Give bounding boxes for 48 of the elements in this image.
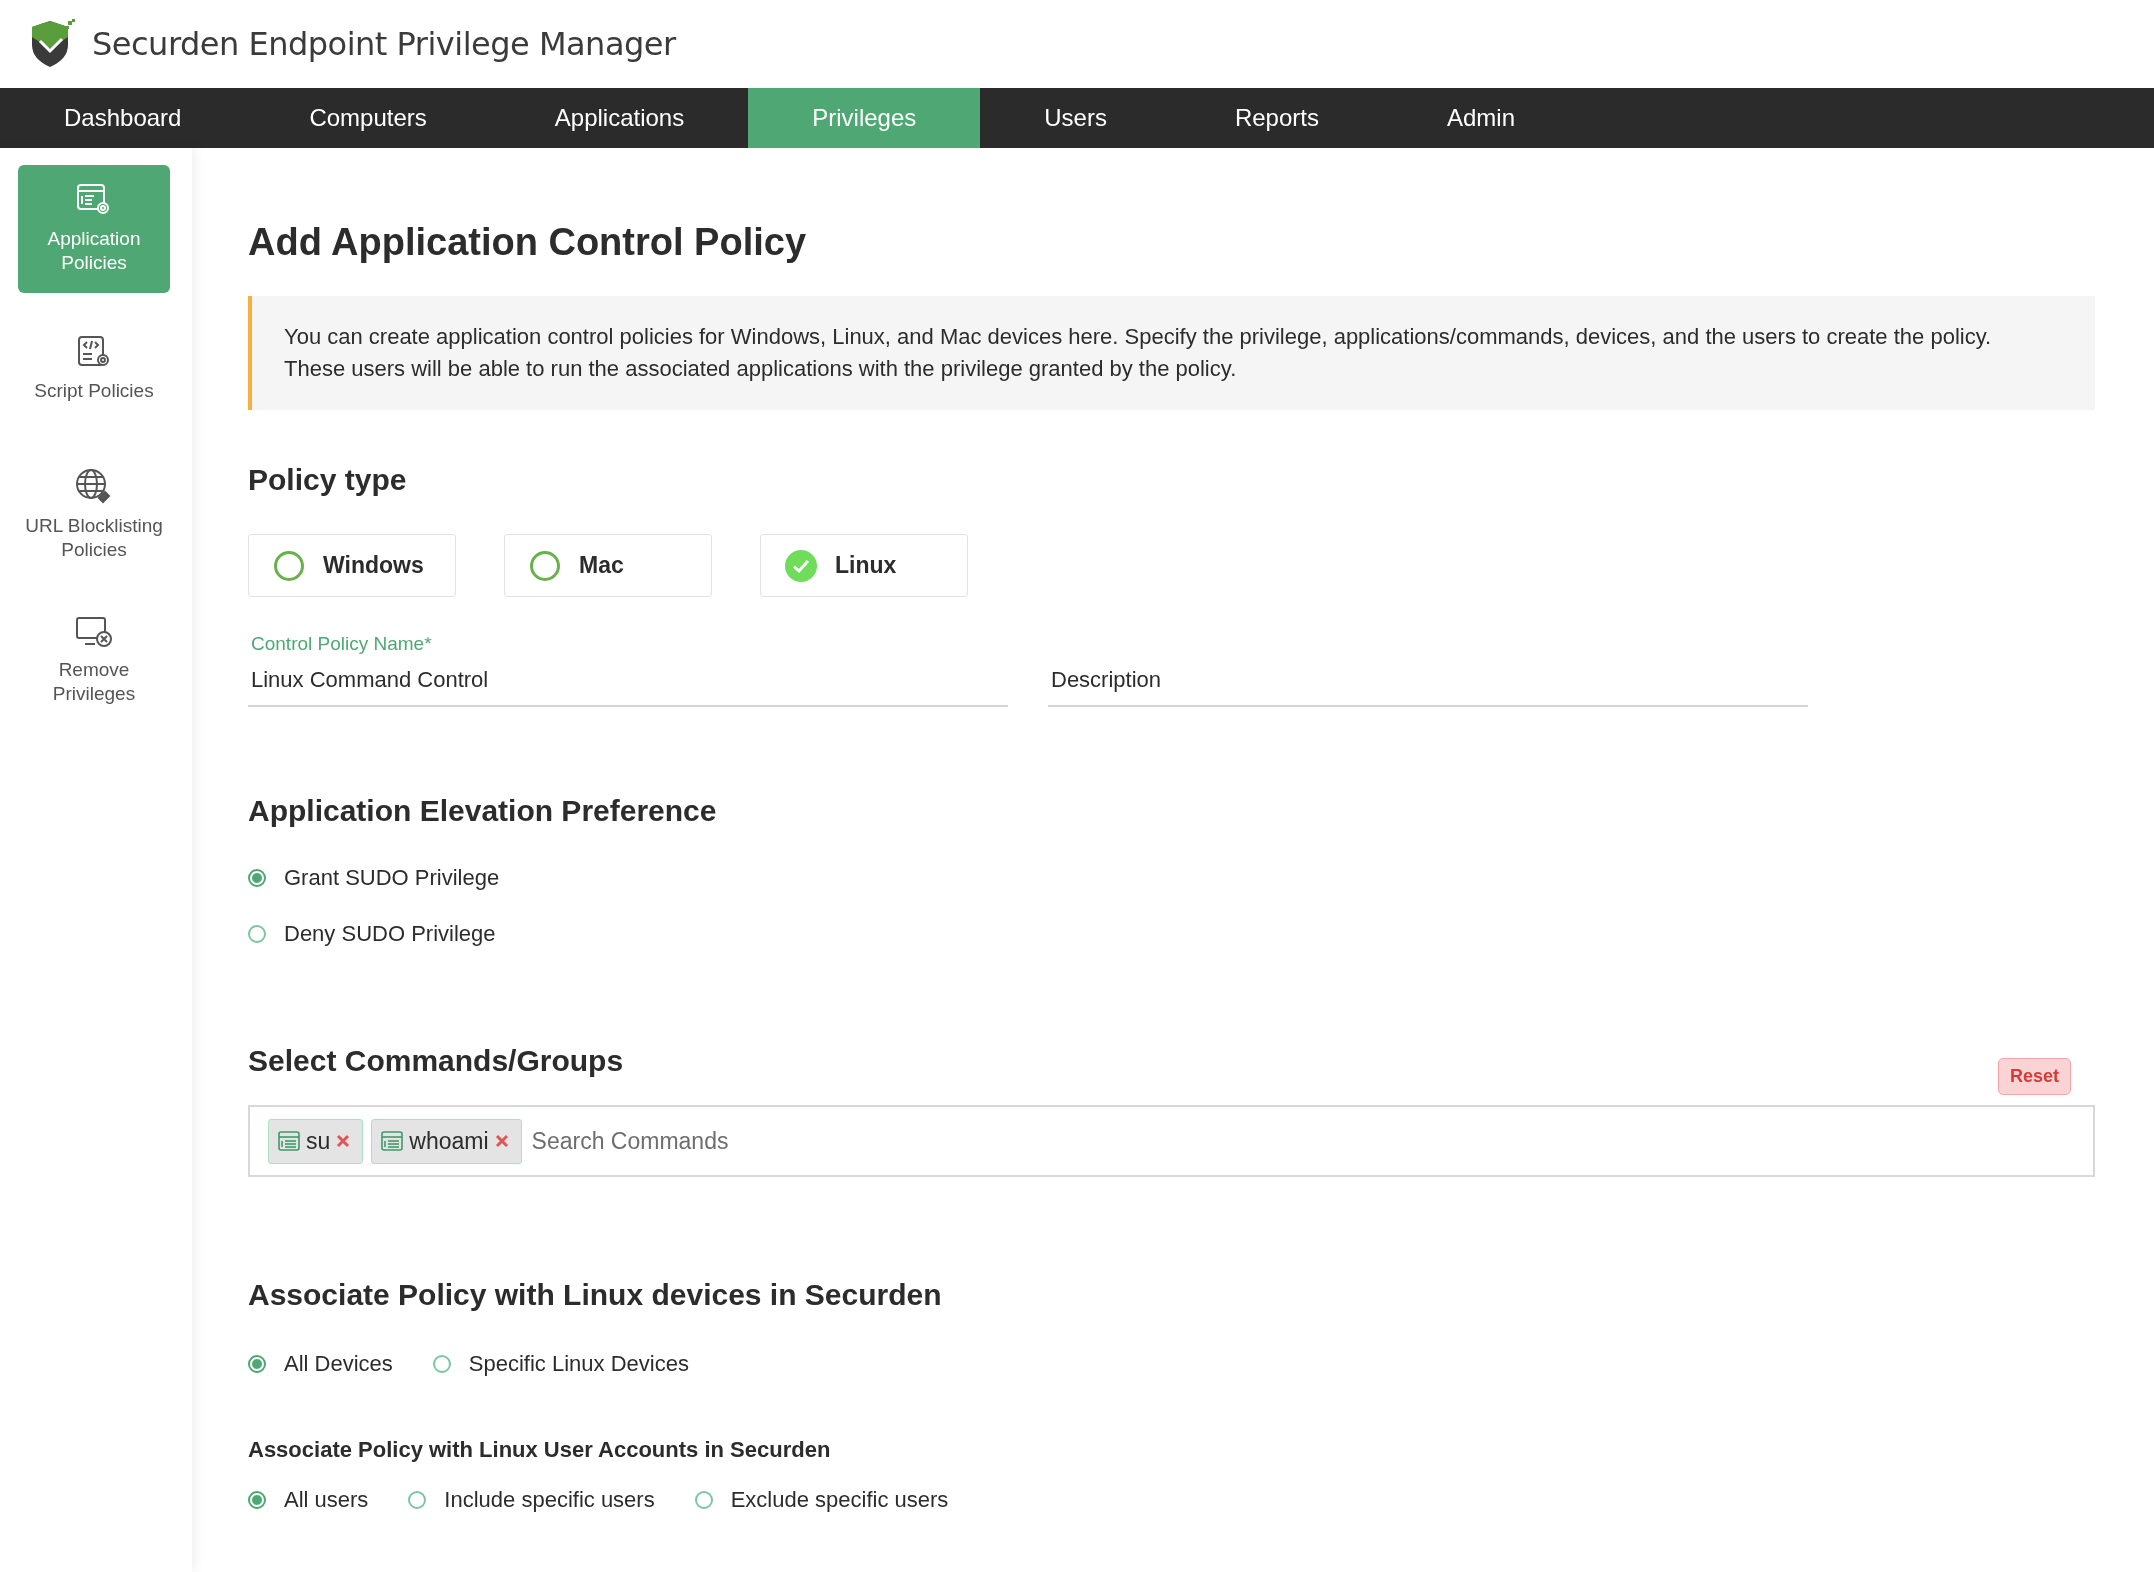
policy-type-option[interactable]: Linux [760,534,968,597]
window-icon [381,1131,404,1151]
radio-button[interactable] [248,925,266,943]
nav-tab[interactable]: Admin [1383,88,1579,148]
radio-button[interactable] [248,1355,266,1373]
sidebar-item[interactable]: Remove Privileges [18,591,170,731]
radio-label: All Devices [284,1351,393,1377]
remove-icon[interactable] [494,1134,509,1148]
script-gear-icon [76,335,112,369]
section-heading: Select Commands/Groups [248,1043,624,1079]
nav-tab[interactable]: Reports [1170,88,1383,148]
radio-button[interactable] [248,1491,266,1509]
window-gear-icon [76,183,112,217]
search-input[interactable]: Search Commands [529,1126,2093,1156]
shield-logo-icon [30,19,76,69]
section-heading: Policy type [248,462,408,498]
monitor-x-icon [75,616,113,648]
window-icon [278,1131,300,1151]
nav-tab[interactable]: Applications [490,88,749,148]
policy-type-option[interactable]: Windows [248,534,456,597]
section-heading: Associate Policy with Linux devices in Securden [248,1277,943,1313]
chip-label: su [306,1127,331,1155]
radio-label: Specific Linux Devices [468,1351,689,1377]
description-field[interactable]: Description [1048,631,1808,707]
radio-label: Include specific users [444,1487,655,1513]
remove-icon[interactable] [336,1134,351,1148]
info-note: You can create application control policies for Windows, Linux, and Mac devices here. Specify the privilege, applications/commands, devices, and the users to create the policy. These users will be able to run the associated applications with the privilege granted by the policy. [248,296,2095,410]
app-title: Securden Endpoint Privilege Manager [92,25,676,63]
nav-tab[interactable]: Users [980,88,1171,148]
section-heading: Application Elevation Preference [248,793,718,829]
policy-name-field[interactable]: Control Policy Name* Linux Command Control [248,631,1008,707]
radio-button[interactable] [408,1491,427,1509]
radio-label: All users [284,1487,369,1513]
chip-label: whoami [409,1127,489,1155]
policy-type-option[interactable]: Mac [504,534,712,597]
radio-button[interactable] [248,869,266,887]
radio-button[interactable] [694,1491,713,1509]
radio-button[interactable] [432,1355,451,1373]
sidebar-item[interactable]: Script Policies [18,299,170,439]
radio-label: Deny SUDO Privilege [284,921,496,947]
sidebar-item[interactable]: URL Blocklisting Policies [18,445,170,585]
radio-label: Exclude specific users [730,1487,949,1513]
nav-tab[interactable]: Dashboard [0,88,246,148]
section-heading: Associate Policy with Linux User Accounts in Securden [248,1437,832,1463]
page-title: Add Application Control Policy [248,220,807,265]
command-field[interactable]: su whoami Search Commands [248,1105,2095,1177]
nav-tab[interactable]: Computers [245,88,491,148]
radio-label: Grant SUDO Privilege [284,865,500,891]
